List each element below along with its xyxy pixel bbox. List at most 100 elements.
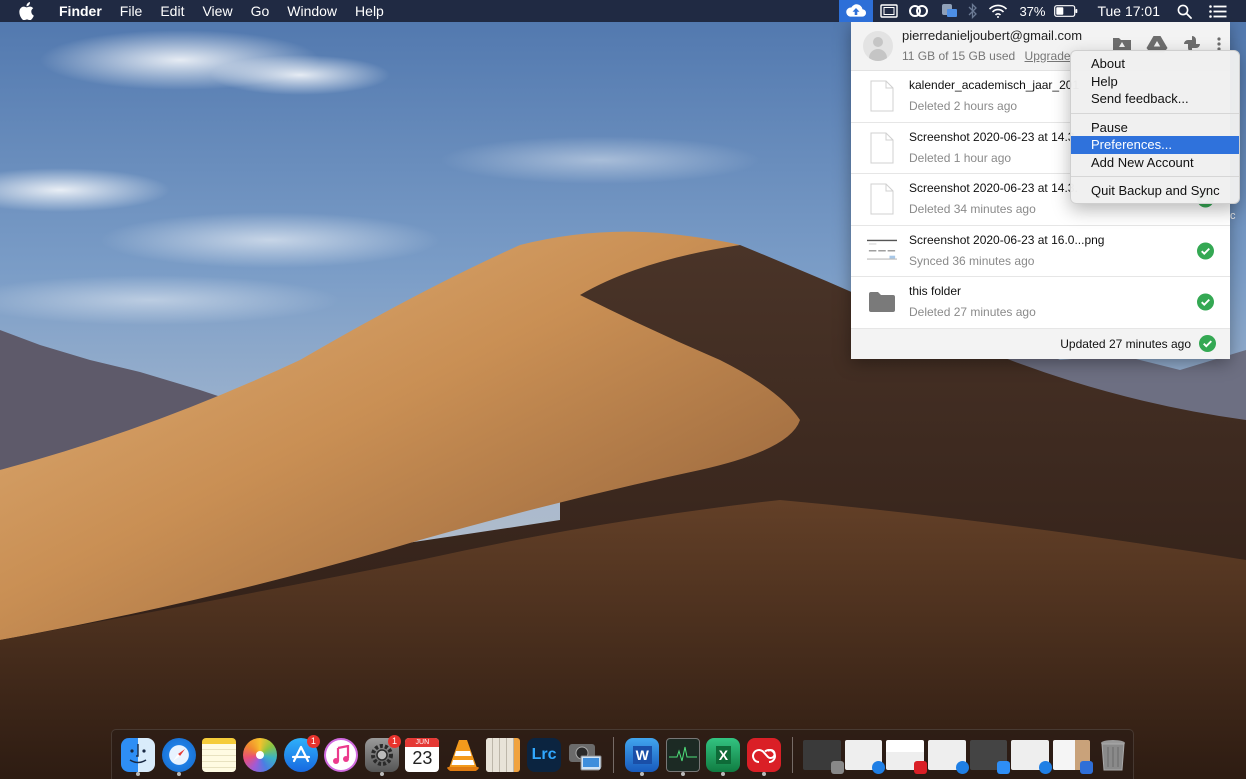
calendar-month: JUN xyxy=(405,737,440,747)
minimized-window-finder[interactable] xyxy=(969,739,1011,774)
folder-icon xyxy=(867,285,897,319)
running-indicator xyxy=(379,771,384,776)
minimized-window-creative-cloud[interactable] xyxy=(886,739,928,774)
dock-separator xyxy=(612,736,614,773)
minimized-window-safari[interactable] xyxy=(928,739,969,774)
bluetooth-icon[interactable] xyxy=(968,0,978,22)
dock-lightroom-classic[interactable]: Lrc xyxy=(524,733,565,777)
itunes-icon xyxy=(324,737,359,772)
file-name: Screenshot 2020-06-23 at 16.0...png xyxy=(909,232,1105,247)
dock-finder[interactable] xyxy=(118,733,159,777)
apple-menu-icon[interactable] xyxy=(18,2,38,20)
file-name: Screenshot 2020-06-23 at 14.3. xyxy=(909,129,1078,144)
menu-clock[interactable]: Tue 17:01 xyxy=(1097,3,1160,19)
desktop-label-fragment: c xyxy=(1230,210,1236,222)
spotlight-icon[interactable] xyxy=(1177,0,1192,22)
file-status: Deleted 1 hour ago xyxy=(909,150,1012,165)
creative-cloud-icon[interactable] xyxy=(908,0,930,22)
menu-help[interactable]: Help xyxy=(346,0,393,22)
running-indicator xyxy=(176,771,181,776)
upgrade-link[interactable]: Upgrade xyxy=(1025,49,1071,63)
dock-notes[interactable] xyxy=(199,733,240,777)
dock-photos[interactable] xyxy=(240,733,281,777)
synced-check-icon xyxy=(1199,335,1216,352)
synced-check-icon xyxy=(1197,242,1214,260)
running-indicator xyxy=(721,771,726,776)
dock-app-store[interactable]: 1 xyxy=(280,733,321,777)
dock-vlc[interactable] xyxy=(443,733,484,777)
account-email: pierredanieljoubert@gmail.com xyxy=(902,27,1083,43)
notification-center-icon[interactable] xyxy=(1209,0,1227,22)
minimized-window-system-preferences[interactable] xyxy=(803,739,844,774)
menu-file[interactable]: File xyxy=(111,0,152,22)
dock-microsoft-excel[interactable]: X xyxy=(703,733,744,777)
menu-app-finder[interactable]: Finder xyxy=(50,0,111,22)
safari-icon xyxy=(872,760,886,774)
menu-item-quit[interactable]: Quit Backup and Sync xyxy=(1071,182,1239,200)
panel-footer: Updated 27 minutes ago xyxy=(851,328,1230,359)
file-icon xyxy=(867,79,897,113)
backup-and-sync-icon[interactable] xyxy=(839,0,874,22)
wifi-icon[interactable] xyxy=(988,0,1008,22)
menu-edit[interactable]: Edit xyxy=(151,0,193,22)
menu-item-about[interactable]: About xyxy=(1071,55,1239,73)
calendar-day: 23 xyxy=(412,747,433,768)
menu-item-help[interactable]: Help xyxy=(1071,73,1239,91)
menu-go[interactable]: Go xyxy=(242,0,279,22)
menu-item-preferences[interactable]: Preferences... xyxy=(1071,136,1239,154)
minimized-window-preview[interactable] xyxy=(1052,739,1094,774)
options-context-menu: About Help Send feedback... Pause Prefer… xyxy=(1070,50,1240,204)
running-indicator xyxy=(761,771,766,776)
dock-system-preferences[interactable]: 1 xyxy=(361,733,402,777)
battery-percent: 37% xyxy=(1019,3,1046,19)
creative-cloud-app-icon xyxy=(914,760,928,774)
menu-separator xyxy=(1071,112,1239,114)
menu-item-send-feedback[interactable]: Send feedback... xyxy=(1071,90,1239,108)
dock-safari[interactable] xyxy=(159,733,200,777)
dock-calendar[interactable]: JUN 23 xyxy=(402,733,443,777)
storage-usage-text: 11 GB of 15 GB used xyxy=(902,48,1016,63)
file-status: Synced 36 minutes ago xyxy=(909,253,1035,268)
running-indicator xyxy=(640,771,645,776)
running-indicator xyxy=(680,771,685,776)
battery-icon[interactable] xyxy=(1054,0,1078,22)
file-row[interactable]: this folder Deleted 27 minutes ago xyxy=(851,277,1230,329)
notes-icon xyxy=(202,737,237,772)
file-icon xyxy=(867,182,897,216)
synced-check-icon xyxy=(1197,293,1214,311)
notification-badge: 1 xyxy=(388,734,402,748)
lightroom-icon: Lrc xyxy=(527,737,562,772)
dock-activity-monitor[interactable] xyxy=(663,733,704,777)
trash-icon xyxy=(1096,738,1130,772)
minimized-window-safari[interactable] xyxy=(844,739,886,774)
dock-separator xyxy=(792,736,794,773)
activity-monitor-icon xyxy=(665,737,700,772)
display-icon[interactable] xyxy=(880,0,899,22)
dock-trash[interactable] xyxy=(1092,733,1133,777)
photos-icon xyxy=(243,737,278,772)
screenshot-thumbnail-icon xyxy=(867,234,897,268)
file-status: Deleted 34 minutes ago xyxy=(909,202,1036,217)
menu-separator xyxy=(1071,176,1239,177)
minimized-window-safari[interactable] xyxy=(1011,739,1052,774)
dock-image-capture[interactable] xyxy=(564,733,605,777)
menu-view[interactable]: View xyxy=(193,0,241,22)
menu-window[interactable]: Window xyxy=(278,0,346,22)
avatar xyxy=(863,31,893,61)
file-status: Deleted 27 minutes ago xyxy=(909,305,1036,320)
footer-status: Updated 27 minutes ago xyxy=(1060,336,1191,351)
network-drive-icon[interactable] xyxy=(940,0,958,22)
safari-icon xyxy=(161,737,196,772)
dock-microsoft-word[interactable]: W xyxy=(622,733,663,777)
creative-cloud-app-icon xyxy=(746,737,781,772)
excel-label: X xyxy=(715,745,732,764)
dock-creative-cloud[interactable] xyxy=(744,733,785,777)
file-row[interactable]: Screenshot 2020-06-23 at 16.0...png Sync… xyxy=(851,226,1230,277)
dock: 1 1 JUN 23 Lrc W X xyxy=(111,729,1134,779)
dock-itunes[interactable] xyxy=(321,733,362,777)
spreadsheet-icon xyxy=(486,737,521,772)
menu-item-pause[interactable]: Pause xyxy=(1071,119,1239,137)
safari-icon xyxy=(955,760,969,774)
menu-item-add-new-account[interactable]: Add New Account xyxy=(1071,154,1239,172)
dock-sheet-app[interactable] xyxy=(483,733,524,777)
